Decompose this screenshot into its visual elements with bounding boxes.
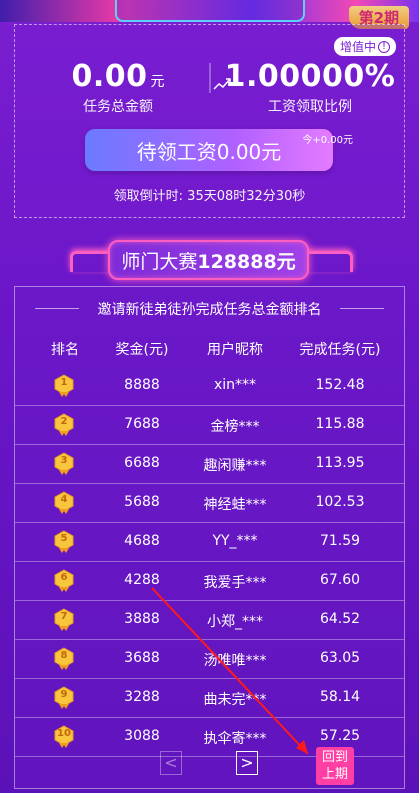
- top-banner-strip: 第2期: [0, 0, 419, 29]
- row-nickname: 金榜***: [210, 419, 260, 435]
- header-prize: 奖金(元): [115, 342, 169, 358]
- ratio-stat: 1.00000% 工资领取比例: [215, 59, 405, 116]
- medal-icon: 6: [53, 569, 75, 593]
- ratio-value: 1.00000%: [224, 59, 396, 94]
- row-nickname: YY_***: [212, 533, 258, 549]
- header-rank: 排名: [51, 342, 79, 358]
- row-nickname: 神经蛙***: [203, 497, 267, 513]
- medal-icon: 2: [53, 413, 75, 437]
- table-row: 2 7688 金榜*** 115.88: [15, 406, 404, 445]
- total-amount-stat: 0.00 元 任务总金额: [63, 59, 173, 116]
- back-label-line1: 回到: [321, 750, 348, 765]
- table-row: 3 6688 趣闲赚*** 113.95: [15, 445, 404, 484]
- contest-title-prefix: 师门大赛: [121, 250, 198, 273]
- row-prize: 4688: [124, 533, 160, 549]
- table-row: 5 4688 YY_*** 71.59: [15, 523, 404, 562]
- medal-icon: 10: [53, 725, 75, 749]
- ranking-table-header: 排名 奖金(元) 用户昵称 完成任务(元): [15, 339, 404, 361]
- appreciating-label: 增值中: [339, 40, 376, 54]
- row-task: 102.53: [315, 494, 365, 510]
- medal-icon: 3: [53, 452, 75, 476]
- row-prize: 5688: [124, 494, 160, 510]
- total-amount-unit: 元: [150, 74, 165, 90]
- row-task: 152.48: [315, 377, 365, 393]
- total-amount-value: 0.00: [71, 59, 148, 94]
- contest-title: 师门大赛 128888元: [108, 240, 309, 280]
- row-prize: 7688: [124, 416, 160, 432]
- ranking-title: 邀请新徒弟徒孙完成任务总金额排名: [15, 299, 404, 319]
- red-arrow-annotation: [151, 587, 309, 755]
- medal-icon: 4: [53, 491, 75, 515]
- back-label-line2: 上期: [321, 767, 348, 782]
- today-plus-label: 今+0.00元: [302, 135, 353, 146]
- countdown-text: 领取倒计时: 35天08时32分30秒: [113, 189, 306, 204]
- total-amount-label: 任务总金额: [83, 99, 153, 115]
- table-row: 4 5688 神经蛙*** 102.53: [15, 484, 404, 523]
- row-task: 113.95: [315, 455, 365, 471]
- medal-icon: 7: [53, 608, 75, 632]
- header-task: 完成任务(元): [299, 342, 381, 358]
- medal-icon: 1: [53, 374, 75, 398]
- ratio-label: 工资领取比例: [268, 99, 352, 115]
- medal-icon: 5: [53, 530, 75, 554]
- info-icon: !: [378, 40, 390, 53]
- medal-icon: 8: [53, 647, 75, 671]
- row-prize: 8888: [124, 377, 160, 393]
- claim-salary-label: 待领工资0.00元: [136, 139, 282, 164]
- appreciating-badge[interactable]: 增值中 !: [333, 37, 396, 56]
- row-prize: 6688: [124, 455, 160, 471]
- salary-summary-panel: 增值中 ! 0.00 元 任务总金额 1.00000% 工资领取比例 待领工资0.…: [14, 24, 405, 218]
- back-to-previous-period-button[interactable]: 回到 上期: [316, 747, 354, 785]
- row-nickname: 趣闲赚***: [203, 458, 267, 474]
- claim-salary-button[interactable]: 待领工资0.00元 今+0.00元: [85, 129, 353, 171]
- contest-title-amount: 128888元: [197, 250, 296, 273]
- medal-icon: 9: [53, 686, 75, 710]
- banner-frame: [115, 0, 305, 22]
- row-task: 115.88: [315, 416, 365, 432]
- table-row: 1 8888 xin*** 152.48: [15, 367, 404, 406]
- header-nickname: 用户昵称: [207, 342, 263, 358]
- row-nickname: xin***: [213, 377, 257, 393]
- row-task: 71.59: [319, 533, 361, 549]
